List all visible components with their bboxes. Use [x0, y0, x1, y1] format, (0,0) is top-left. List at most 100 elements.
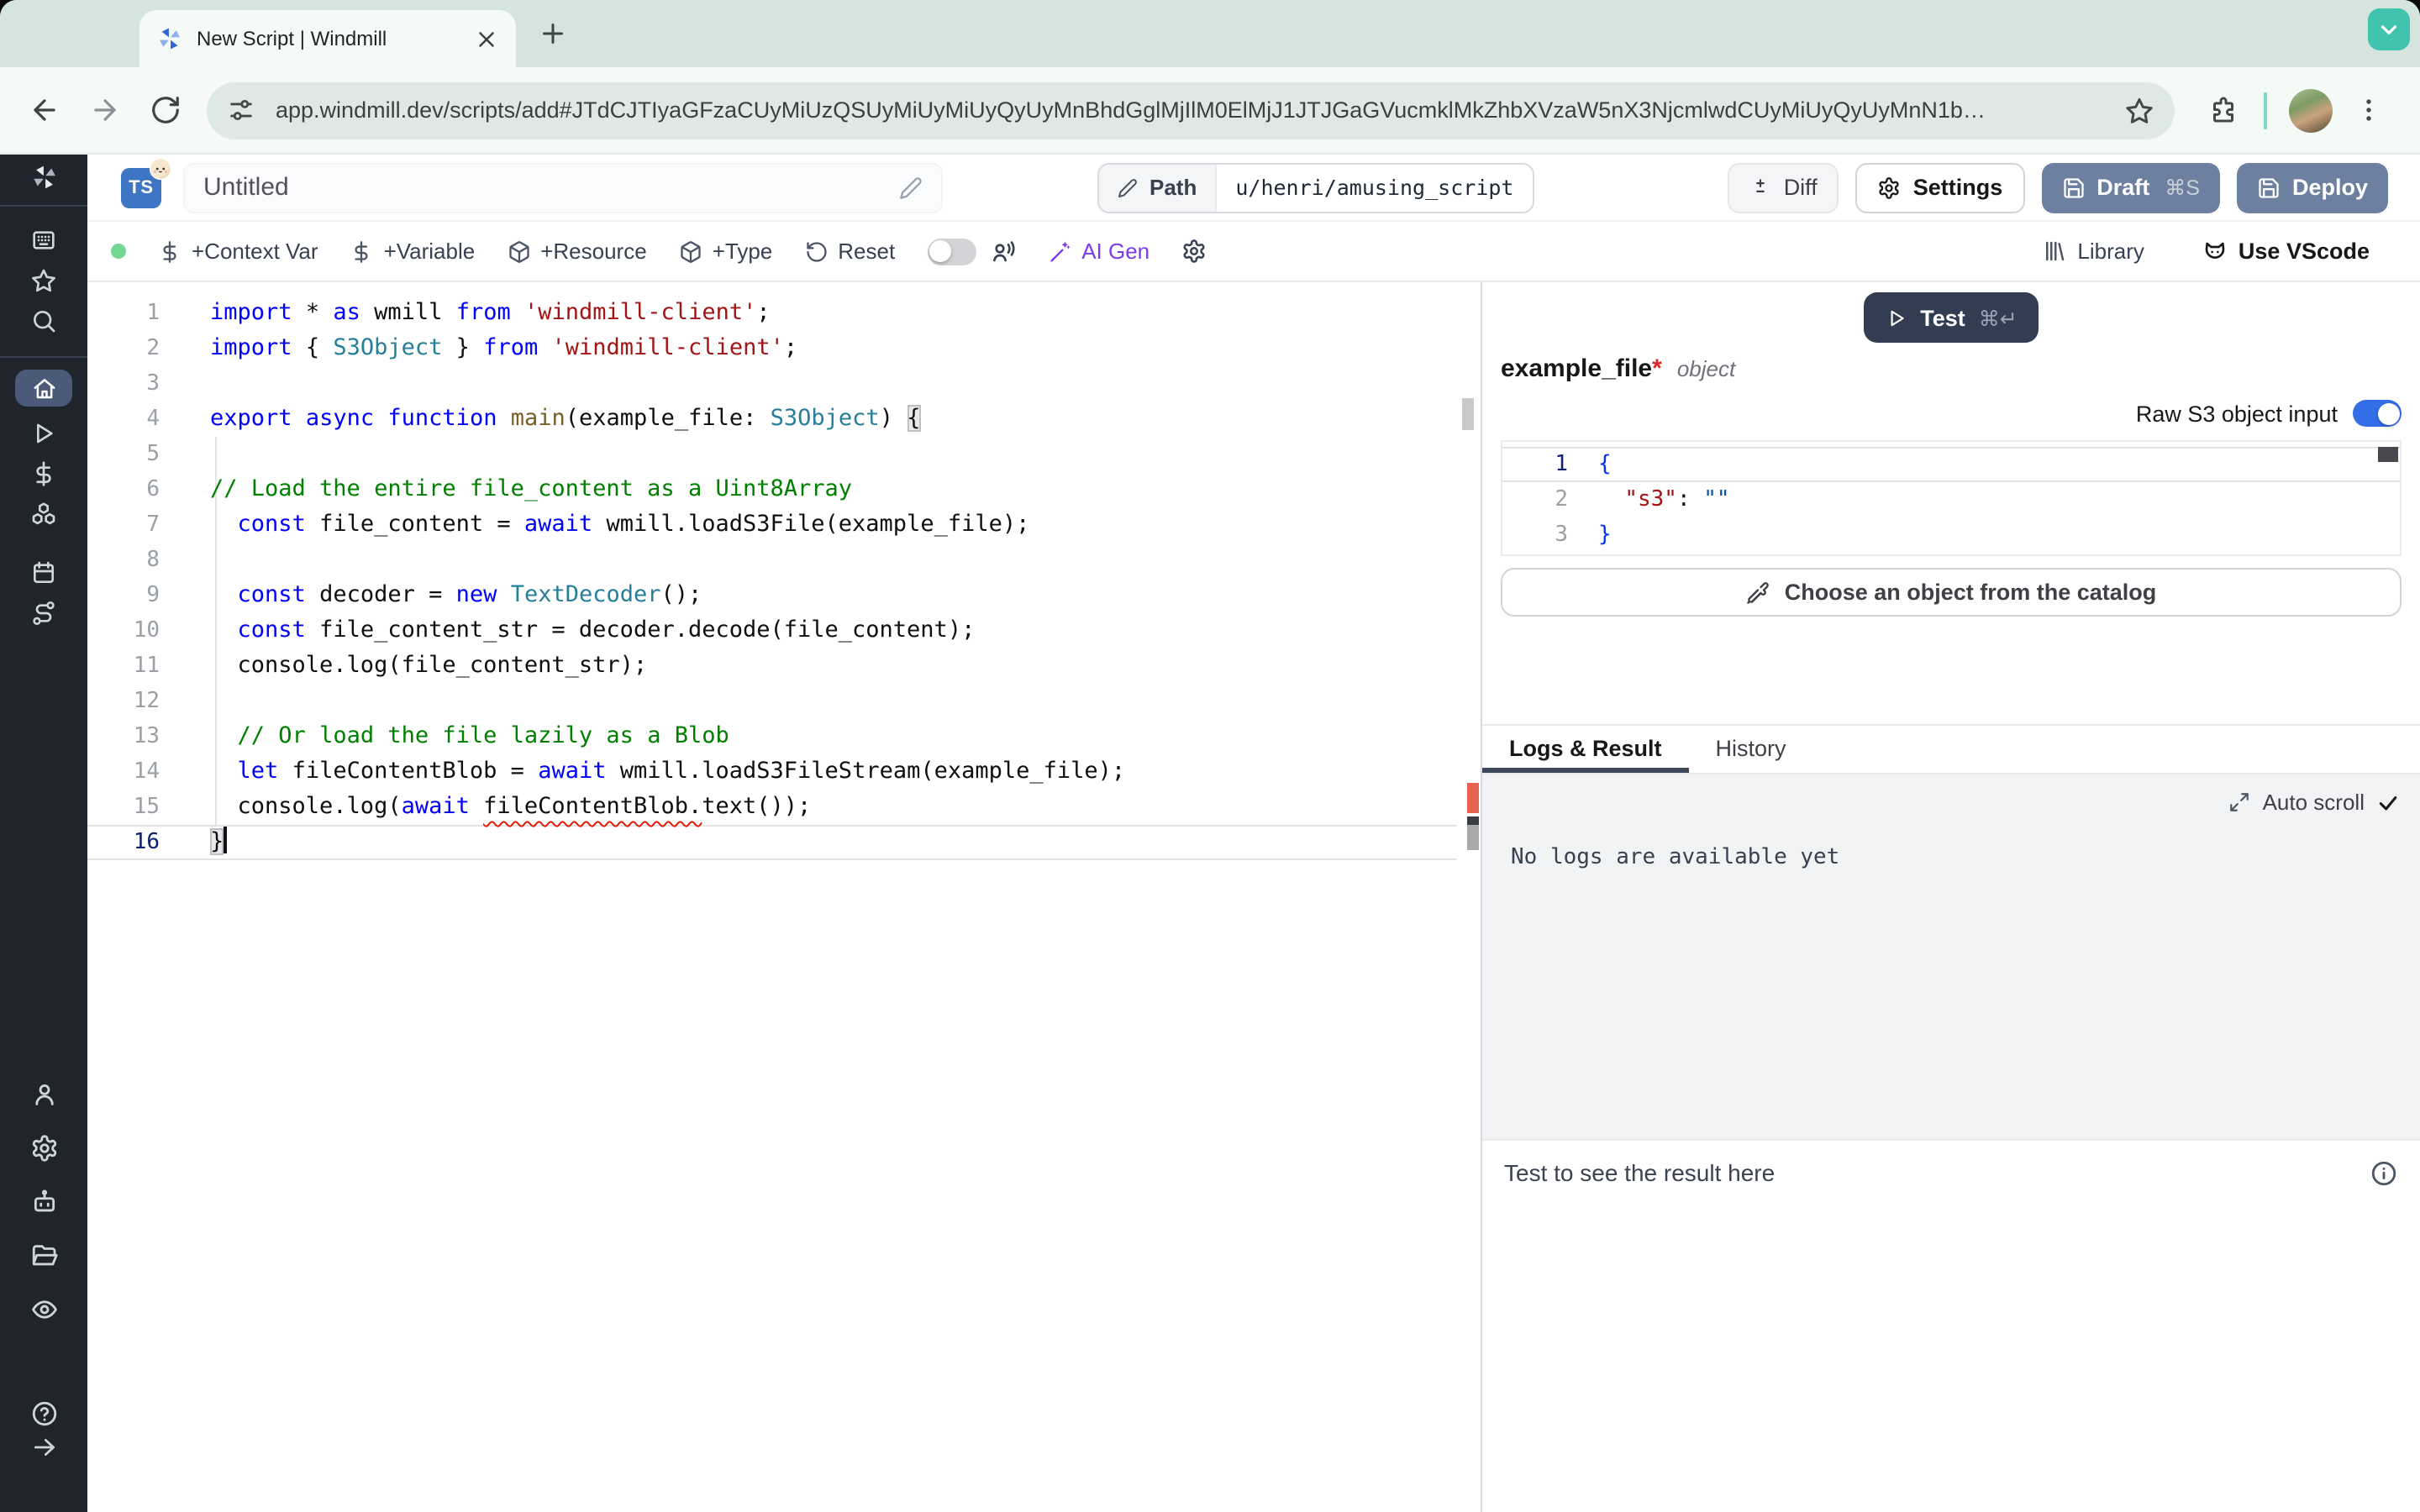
reload-button-icon[interactable]	[150, 94, 182, 126]
code-line[interactable]: 2 "s3": ""	[1502, 482, 2400, 517]
required-asterisk: *	[1652, 354, 1662, 383]
address-bar[interactable]: app.windmill.dev/scripts/add#JTdCJTIyaGF…	[207, 81, 2175, 139]
profile-theme-divider	[2264, 92, 2267, 129]
code-line[interactable]: 7 const file_content = await wmill.loadS…	[87, 507, 1457, 543]
draft-button[interactable]: Draft ⌘S	[2041, 162, 2220, 213]
bookmark-star-icon[interactable]	[2124, 95, 2154, 125]
path-value: u/henri/amusing_script	[1217, 164, 1532, 211]
code-line[interactable]: 9 const decoder = new TextDecoder();	[87, 578, 1457, 613]
script-title-input[interactable]: Untitled	[183, 162, 943, 213]
args-json-editor[interactable]: 1{2 "s3": ""3}	[1501, 440, 2402, 556]
code-line[interactable]: 1{	[1502, 447, 2400, 482]
sidebar-item-workspace[interactable]	[30, 227, 57, 254]
code-line[interactable]: 4export async function main(example_file…	[87, 402, 1457, 437]
settings-button[interactable]: Settings	[1856, 162, 2025, 213]
toggle-knob	[929, 240, 951, 262]
sidebar-item-workers[interactable]	[29, 1188, 58, 1216]
play-icon	[1885, 307, 1907, 328]
code-line[interactable]: 1import * as wmill from 'windmill-client…	[87, 296, 1457, 331]
test-button[interactable]: Test ⌘↵	[1863, 292, 2039, 343]
code-line[interactable]: 5	[87, 437, 1457, 472]
site-settings-icon[interactable]	[227, 96, 255, 124]
sidebar-item-help[interactable]	[29, 1399, 58, 1428]
code-line[interactable]: 14 let fileContentBlob = await wmill.loa…	[87, 754, 1457, 790]
sidebar-divider	[0, 205, 87, 207]
sidebar-item-favorites[interactable]	[30, 267, 57, 294]
browser-tab[interactable]: New Script | Windmill	[139, 10, 516, 67]
edit-title-icon[interactable]	[899, 176, 923, 199]
error-overview-marker	[1467, 783, 1479, 813]
ai-gen-button[interactable]: AI Gen	[1048, 239, 1150, 264]
sidebar-item-schedules[interactable]	[30, 559, 57, 586]
code-editor[interactable]: 1import * as wmill from 'windmill-client…	[87, 282, 1481, 1512]
code-line[interactable]: 13 // Or load the file lazily as a Blob	[87, 719, 1457, 754]
line-number: 11	[87, 648, 160, 684]
sidebar-item-variables[interactable]	[30, 460, 57, 487]
new-tab-button[interactable]	[534, 15, 571, 52]
diff-button[interactable]: Diff	[1728, 162, 1839, 213]
sidebar-item-settings[interactable]	[29, 1134, 58, 1163]
multiplayer-toggle[interactable]	[927, 238, 976, 265]
code-line[interactable]: 16}	[87, 825, 1457, 860]
windmill-logo[interactable]	[29, 163, 58, 192]
reset-button[interactable]: Reset	[804, 239, 895, 264]
code-line[interactable]: 15 console.log(await fileContentBlob.tex…	[87, 790, 1457, 825]
line-number: 5	[87, 437, 160, 472]
line-number: 6	[87, 472, 160, 507]
add-variable-button[interactable]: +Variable	[350, 239, 476, 264]
choose-object-button[interactable]: Choose an object from the catalog	[1501, 568, 2402, 617]
library-button[interactable]: Library	[2042, 238, 2144, 265]
main-area: 1import * as wmill from 'windmill-client…	[87, 282, 2420, 1512]
code-lines: 1import * as wmill from 'windmill-client…	[87, 296, 1457, 860]
tab-logs-result[interactable]: Logs & Result	[1482, 726, 1689, 773]
tab-history[interactable]: History	[1689, 726, 1813, 773]
browser-menu-icon[interactable]	[2354, 96, 2383, 124]
code-line[interactable]: 2import { S3Object } from 'windmill-clie…	[87, 331, 1457, 366]
code-line[interactable]: 3	[87, 366, 1457, 402]
close-tab-icon[interactable]	[474, 26, 499, 51]
extensions-icon[interactable]	[2208, 95, 2238, 125]
add-type-button[interactable]: +Type	[679, 239, 773, 264]
path-widget[interactable]: Path u/henri/amusing_script	[1097, 162, 1534, 213]
tab-search-button[interactable]	[2368, 8, 2410, 50]
sidebar-item-flows[interactable]	[30, 600, 57, 627]
line-number: 13	[87, 719, 160, 754]
language-badge-typescript[interactable]: TS	[121, 167, 161, 207]
editor-scrollbar-thumb[interactable]	[1467, 825, 1479, 850]
sidebar-item-runs[interactable]	[30, 420, 57, 447]
editor-settings-gear-icon[interactable]	[1181, 239, 1207, 264]
multiplayer-users-icon	[989, 238, 1016, 265]
code-line[interactable]: 12	[87, 684, 1457, 719]
sidebar-item-users[interactable]	[29, 1080, 58, 1109]
editor-toolbar: +Context Var +Variable +Resource +Type R…	[87, 222, 2420, 282]
code-line[interactable]: 6// Load the entire file_content as a Ui…	[87, 472, 1457, 507]
library-icon	[2042, 239, 2067, 264]
pipette-icon	[1746, 580, 1770, 604]
editor-scrollbar-thumb[interactable]	[1462, 398, 1474, 430]
script-header: TS Untitled Path u/henri/amusing_script …	[87, 155, 2420, 222]
back-button-icon[interactable]	[29, 94, 60, 126]
sidebar-item-home[interactable]	[15, 370, 72, 407]
sidebar-item-audit-logs[interactable]	[29, 1295, 58, 1324]
sidebar-item-search[interactable]	[30, 307, 57, 334]
add-context-var-button[interactable]: +Context Var	[158, 239, 318, 264]
auto-scroll-control[interactable]: Auto scroll	[2229, 790, 2400, 815]
check-icon	[2376, 790, 2400, 814]
info-icon[interactable]	[2370, 1159, 2398, 1188]
sidebar-item-resources[interactable]	[30, 501, 57, 528]
forward-button-icon[interactable]	[89, 94, 121, 126]
code-line[interactable]: 11 console.log(file_content_str);	[87, 648, 1457, 684]
path-label: Path	[1099, 164, 1217, 211]
use-vscode-button[interactable]: Use VScode	[2202, 238, 2370, 265]
raw-s3-toggle[interactable]	[2353, 400, 2402, 427]
profile-avatar[interactable]	[2289, 88, 2333, 132]
cursor-overview-marker	[1467, 816, 1479, 825]
deploy-button[interactable]: Deploy	[2237, 162, 2388, 213]
code-line[interactable]: 8	[87, 543, 1457, 578]
sidebar-item-folders[interactable]	[29, 1242, 58, 1270]
code-line[interactable]: 3}	[1502, 517, 2400, 553]
expand-icon[interactable]	[2229, 791, 2251, 813]
add-resource-button[interactable]: +Resource	[507, 239, 646, 264]
code-line[interactable]: 10 const file_content_str = decoder.deco…	[87, 613, 1457, 648]
sidebar-expand-icon[interactable]	[29, 1433, 58, 1462]
